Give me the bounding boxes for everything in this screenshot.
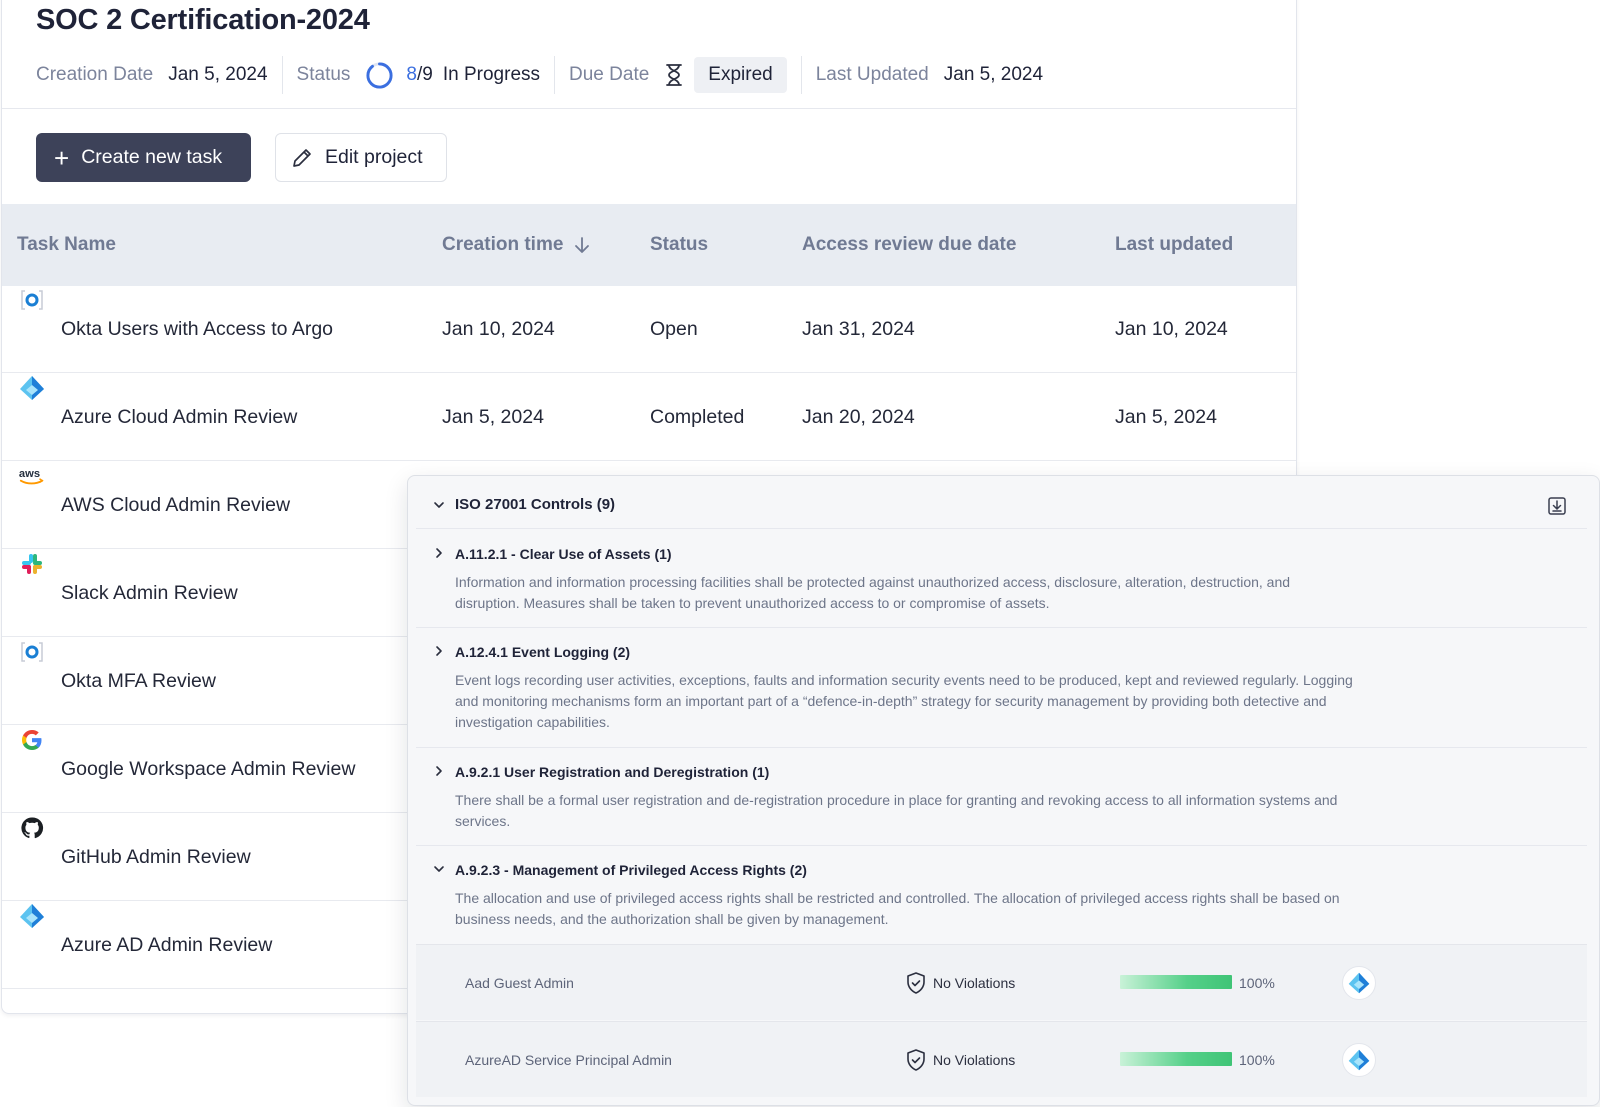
task-name[interactable]: Slack Admin Review bbox=[61, 550, 238, 636]
task-name[interactable]: Google Workspace Admin Review bbox=[61, 726, 355, 812]
last-updated-value: Jan 5, 2024 bbox=[943, 64, 1044, 85]
task-name[interactable]: GitHub Admin Review bbox=[61, 814, 251, 900]
control-title[interactable]: A.9.2.3 - Management of Privileged Acces… bbox=[455, 862, 807, 878]
control-description: Information and information processing f… bbox=[455, 574, 1291, 611]
edit-project-button[interactable]: Edit project bbox=[275, 133, 447, 182]
meta-divider bbox=[800, 56, 802, 94]
task-name[interactable]: AWS Cloud Admin Review bbox=[61, 462, 290, 548]
resource-name[interactable]: AzureAD Service Principal Admin bbox=[465, 1022, 672, 1097]
status-total-count: /9 bbox=[417, 64, 433, 85]
meta-divider bbox=[554, 56, 556, 94]
compliance-percent: 100% bbox=[1239, 974, 1275, 991]
control-resource-row[interactable]: AzureAD Service Principal Admin No Viola… bbox=[416, 1021, 1587, 1097]
compliance-progress-bar bbox=[1120, 1052, 1232, 1066]
table-row[interactable]: Azure Cloud Admin Review Jan 5, 2024 Com… bbox=[2, 374, 1296, 461]
iso-controls-panel: ISO 27001 Controls (9) A.11.2.1 - Clear … bbox=[407, 475, 1600, 1106]
control-resource-row[interactable]: Aad Guest Admin No Violations 100% bbox=[416, 944, 1587, 1020]
chevron-down-icon[interactable] bbox=[432, 498, 446, 512]
table-header: Task Name Creation time Status Access re… bbox=[2, 204, 1296, 286]
due-date: Jan 31, 2024 bbox=[802, 317, 915, 340]
plus-icon: + bbox=[54, 142, 70, 173]
status-value: In Progress bbox=[442, 64, 541, 85]
control-description: Event logs recording user activities, ex… bbox=[455, 672, 1353, 730]
column-header-creation-time[interactable]: Creation time bbox=[442, 234, 591, 256]
due-date-label: Due Date bbox=[569, 64, 650, 85]
divider bbox=[416, 528, 1587, 529]
violations-status: No Violations bbox=[933, 974, 1016, 991]
task-name[interactable]: Okta Users with Access to Argo bbox=[61, 286, 333, 372]
column-header-last-updated[interactable]: Last updated bbox=[1115, 234, 1233, 256]
divider bbox=[416, 845, 1587, 846]
compliance-progress-bar bbox=[1120, 975, 1232, 989]
azure-icon bbox=[1342, 966, 1376, 1000]
chevron-down-icon[interactable] bbox=[432, 862, 446, 876]
status-label: Status bbox=[296, 64, 351, 85]
edit-project-label: Edit project bbox=[325, 146, 423, 168]
status-count: 8/9 bbox=[406, 64, 432, 86]
control-title[interactable]: A.11.2.1 - Clear Use of Assets (1) bbox=[455, 546, 672, 562]
resource-name[interactable]: Aad Guest Admin bbox=[465, 945, 574, 1020]
okta-icon bbox=[18, 286, 46, 314]
due-date-badge: Expired bbox=[694, 57, 787, 93]
task-name[interactable]: Azure Cloud Admin Review bbox=[61, 374, 297, 460]
create-task-button[interactable]: + Create new task bbox=[36, 133, 251, 182]
task-name[interactable]: Azure AD Admin Review bbox=[61, 902, 272, 988]
controls-panel-title[interactable]: ISO 27001 Controls (9) bbox=[455, 496, 615, 513]
azure-icon bbox=[1342, 1043, 1376, 1077]
control-title[interactable]: A.12.4.1 Event Logging (2) bbox=[455, 644, 630, 660]
azure-icon bbox=[18, 374, 46, 402]
column-header-label: Status bbox=[650, 234, 709, 255]
task-status: Completed bbox=[650, 405, 745, 428]
slack-icon bbox=[18, 550, 46, 578]
project-meta: Creation Date Jan 5, 2024 Status 8/9 In … bbox=[36, 56, 1043, 94]
column-header-label: Last updated bbox=[1115, 234, 1234, 255]
google-icon bbox=[18, 726, 46, 754]
last-updated: Jan 5, 2024 bbox=[1115, 405, 1217, 428]
column-header-label: Access review due date bbox=[802, 234, 1017, 255]
chevron-right-icon[interactable] bbox=[432, 644, 446, 658]
task-status: Open bbox=[650, 317, 698, 340]
last-updated-label: Last Updated bbox=[815, 64, 929, 85]
github-icon bbox=[18, 814, 46, 842]
hourglass-icon bbox=[666, 64, 683, 86]
last-updated: Jan 10, 2024 bbox=[1115, 317, 1228, 340]
creation-time: Jan 5, 2024 bbox=[442, 405, 544, 428]
chevron-right-icon[interactable] bbox=[432, 546, 446, 560]
shield-check-icon bbox=[907, 1049, 925, 1071]
sort-down-icon bbox=[575, 237, 590, 253]
divider bbox=[416, 747, 1587, 748]
creation-time: Jan 10, 2024 bbox=[442, 317, 555, 340]
task-name[interactable]: Okta MFA Review bbox=[61, 638, 216, 724]
create-task-label: Create new task bbox=[81, 146, 223, 168]
page-title: SOC 2 Certification-2024 bbox=[36, 4, 370, 36]
column-header-due-date[interactable]: Access review due date bbox=[802, 234, 1016, 256]
control-description: The allocation and use of privileged acc… bbox=[455, 890, 1340, 927]
meta-divider bbox=[281, 56, 283, 94]
compliance-percent: 100% bbox=[1239, 1051, 1275, 1068]
svg-text:aws: aws bbox=[19, 468, 40, 480]
column-header-task-name[interactable]: Task Name bbox=[17, 234, 116, 256]
control-description: There shall be a formal user registratio… bbox=[455, 792, 1338, 829]
shield-check-icon bbox=[907, 972, 925, 994]
control-title[interactable]: A.9.2.1 User Registration and Deregistra… bbox=[455, 764, 769, 780]
violations-status: No Violations bbox=[933, 1051, 1016, 1068]
column-header-label: Task Name bbox=[17, 234, 116, 255]
creation-date-label: Creation Date bbox=[36, 64, 154, 85]
table-row[interactable]: Okta Users with Access to Argo Jan 10, 2… bbox=[2, 286, 1296, 373]
chevron-right-icon[interactable] bbox=[432, 764, 446, 778]
column-header-label: Creation time bbox=[442, 234, 564, 255]
okta-icon bbox=[18, 638, 46, 666]
azure-icon bbox=[18, 902, 46, 930]
creation-date-value: Jan 5, 2024 bbox=[168, 64, 268, 85]
download-icon[interactable] bbox=[1547, 496, 1567, 516]
due-date: Jan 20, 2024 bbox=[802, 405, 915, 428]
status-done-count: 8 bbox=[406, 64, 417, 85]
header-divider bbox=[2, 108, 1296, 109]
aws-icon: aws bbox=[18, 462, 46, 490]
pencil-icon bbox=[293, 148, 311, 167]
progress-ring-icon bbox=[366, 61, 393, 89]
column-header-status[interactable]: Status bbox=[650, 234, 708, 256]
divider bbox=[416, 627, 1587, 628]
